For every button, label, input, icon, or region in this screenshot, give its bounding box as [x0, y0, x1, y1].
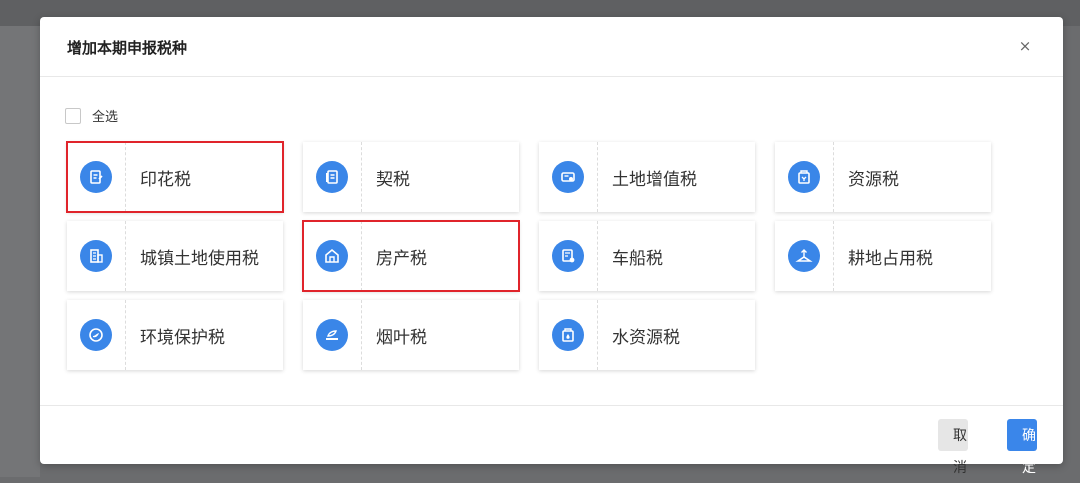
icon-cell: [303, 300, 362, 370]
tax-card-environmental[interactable]: 环境保护税: [67, 300, 283, 370]
tax-card-vehicle-vessel[interactable]: 车船税: [539, 221, 755, 291]
tax-card-label: 土地增值税: [612, 169, 697, 190]
tax-card-tobacco-leaf[interactable]: 烟叶税: [303, 300, 519, 370]
tax-card-label: 房产税: [376, 248, 427, 269]
tax-card-water-resource[interactable]: 水资源税: [539, 300, 755, 370]
tax-card-deed[interactable]: 契税: [303, 142, 519, 212]
tax-card-label: 水资源税: [612, 327, 680, 348]
tax-card-label: 烟叶税: [376, 327, 427, 348]
land-value-icon: [552, 161, 584, 193]
tax-card-label: 城镇土地使用税: [140, 248, 259, 269]
icon-cell: [539, 221, 598, 291]
confirm-button[interactable]: 确定: [1007, 419, 1037, 475]
dialog-footer: 取消 确定: [40, 405, 1063, 475]
icon-cell: [539, 300, 598, 370]
icon-cell: [67, 300, 126, 370]
tobacco-leaf-icon: [316, 319, 348, 351]
cancel-button[interactable]: 取消: [938, 419, 968, 475]
tax-card-urban-land-use[interactable]: 城镇土地使用税: [67, 221, 283, 291]
icon-cell: [303, 221, 362, 291]
dialog-title: 增加本期申报税种: [67, 39, 188, 57]
tax-card-label: 契税: [376, 169, 410, 190]
tax-card-stamp[interactable]: 印花税: [66, 141, 284, 213]
icon-cell: [775, 142, 834, 212]
tax-card-land-appreciation[interactable]: 土地增值税: [539, 142, 755, 212]
water-resource-icon: [552, 319, 584, 351]
tax-card-label: 耕地占用税: [848, 248, 933, 269]
close-icon[interactable]: ×: [1015, 36, 1035, 56]
select-all-checkbox[interactable]: 全选: [65, 106, 118, 125]
tax-card-label: 车船税: [612, 248, 663, 269]
tax-card-farmland-occupation[interactable]: 耕地占用税: [775, 221, 991, 291]
checkbox-box[interactable]: [65, 107, 81, 124]
dialog-header: 增加本期申报税种 ×: [40, 17, 1063, 77]
tax-card-label: 环境保护税: [140, 327, 225, 348]
icon-cell: [67, 221, 126, 291]
select-all-label: 全选: [92, 110, 119, 125]
background-overlay-left: [0, 26, 40, 477]
stamp-document-icon: [80, 161, 112, 193]
resource-box-icon: [788, 161, 820, 193]
vehicle-vessel-icon: [552, 240, 584, 272]
add-tax-type-dialog: 增加本期申报税种 × 全选 印花税 契税 土地增值税 资源税 城镇土地使用税 房…: [40, 17, 1063, 475]
icon-cell: [67, 142, 126, 212]
icon-cell: [539, 142, 598, 212]
icon-cell: [303, 142, 362, 212]
icon-cell: [775, 221, 834, 291]
tax-card-resource[interactable]: 资源税: [775, 142, 991, 212]
house-property-icon: [316, 240, 348, 272]
tax-card-property[interactable]: 房产税: [302, 220, 520, 292]
environment-leaf-icon: [80, 319, 112, 351]
tax-card-label: 资源税: [848, 169, 899, 190]
contract-document-icon: [316, 161, 348, 193]
urban-building-icon: [80, 240, 112, 272]
tax-card-label: 印花税: [140, 169, 191, 190]
farmland-icon: [788, 240, 820, 272]
